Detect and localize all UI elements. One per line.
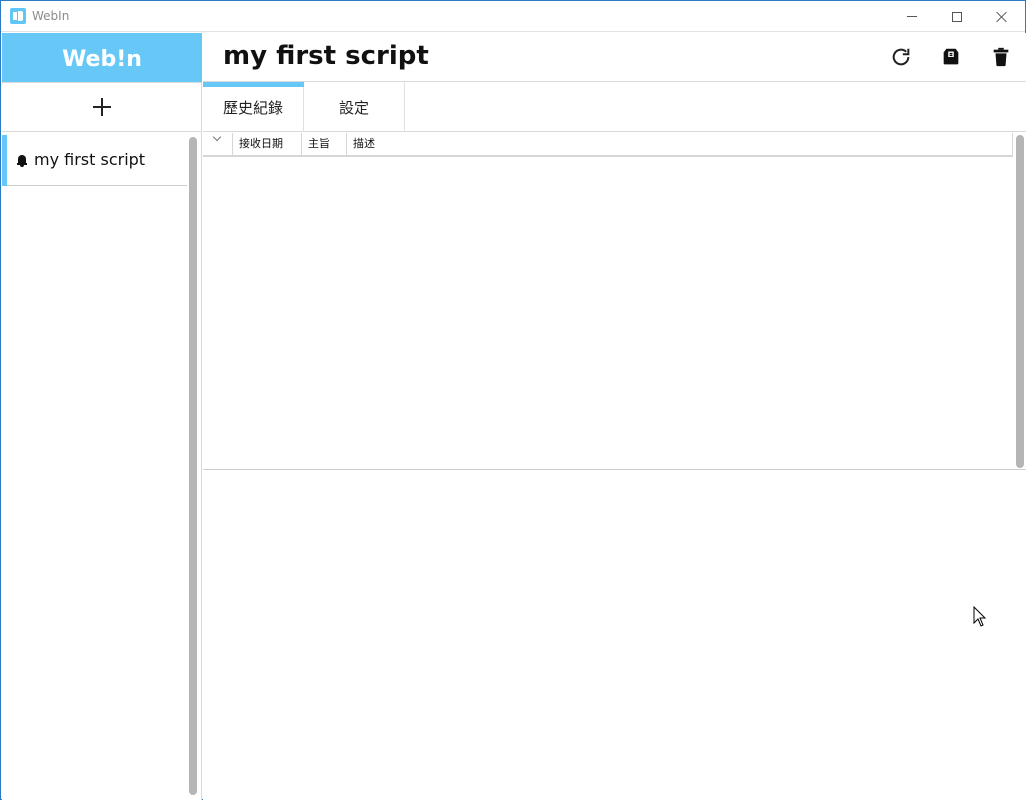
selected-indicator (2, 135, 7, 186)
bell-icon (17, 155, 27, 167)
close-button[interactable] (979, 1, 1025, 32)
minimize-button[interactable] (889, 1, 935, 32)
tab-history-label: 歷史紀錄 (222, 98, 283, 117)
close-icon (996, 11, 1008, 23)
column-header-date[interactable]: 接收日期 (233, 133, 302, 155)
app-logo-icon (10, 8, 26, 24)
minimize-icon (907, 16, 917, 17)
title-bar[interactable]: WebIn (1, 1, 1025, 32)
column-header-description[interactable]: 描述 (347, 133, 1013, 155)
page-title: my first script (223, 41, 429, 71)
maximize-icon (952, 11, 962, 22)
refresh-icon (892, 48, 910, 66)
refresh-button[interactable] (889, 45, 913, 69)
table-header: 接收日期 主旨 描述 (203, 132, 1013, 157)
table-scrollbar[interactable] (1016, 135, 1024, 468)
main-panel: my first script 歷史紀錄 設定 接收日期 主旨 描述 (203, 33, 1026, 800)
sidebar-scrollbar[interactable] (189, 137, 197, 795)
mouse-cursor-icon (973, 606, 987, 627)
sidebar-item-script[interactable]: my first script (2, 135, 187, 186)
history-table: 接收日期 主旨 描述 (203, 132, 1026, 470)
column-header-subject[interactable]: 主旨 (302, 133, 347, 155)
plus-icon (93, 98, 111, 116)
sidebar-item-label: my first script (34, 150, 146, 169)
archive-button[interactable] (939, 45, 963, 69)
archive-icon (943, 48, 959, 65)
app-window: WebIn Web!n my first script my first scr… (0, 0, 1026, 800)
maximize-button[interactable] (934, 1, 980, 32)
delete-button[interactable] (989, 45, 1013, 69)
add-script-button[interactable] (2, 82, 202, 132)
tab-history[interactable]: 歷史紀錄 (203, 82, 304, 132)
trash-icon (993, 47, 1009, 67)
active-tab-indicator (203, 82, 304, 87)
sort-toggle[interactable] (203, 132, 233, 155)
sidebar: Web!n my first script (2, 33, 202, 800)
chevron-down-icon (212, 132, 222, 142)
tab-settings-label: 設定 (338, 98, 369, 117)
brand-logo: Web!n (2, 33, 202, 82)
tab-settings[interactable]: 設定 (304, 82, 405, 132)
window-title: WebIn (32, 9, 70, 23)
tab-bar: 歷史紀錄 設定 (203, 82, 1026, 132)
main-header: my first script (203, 33, 1026, 82)
detail-pane (203, 471, 1026, 800)
